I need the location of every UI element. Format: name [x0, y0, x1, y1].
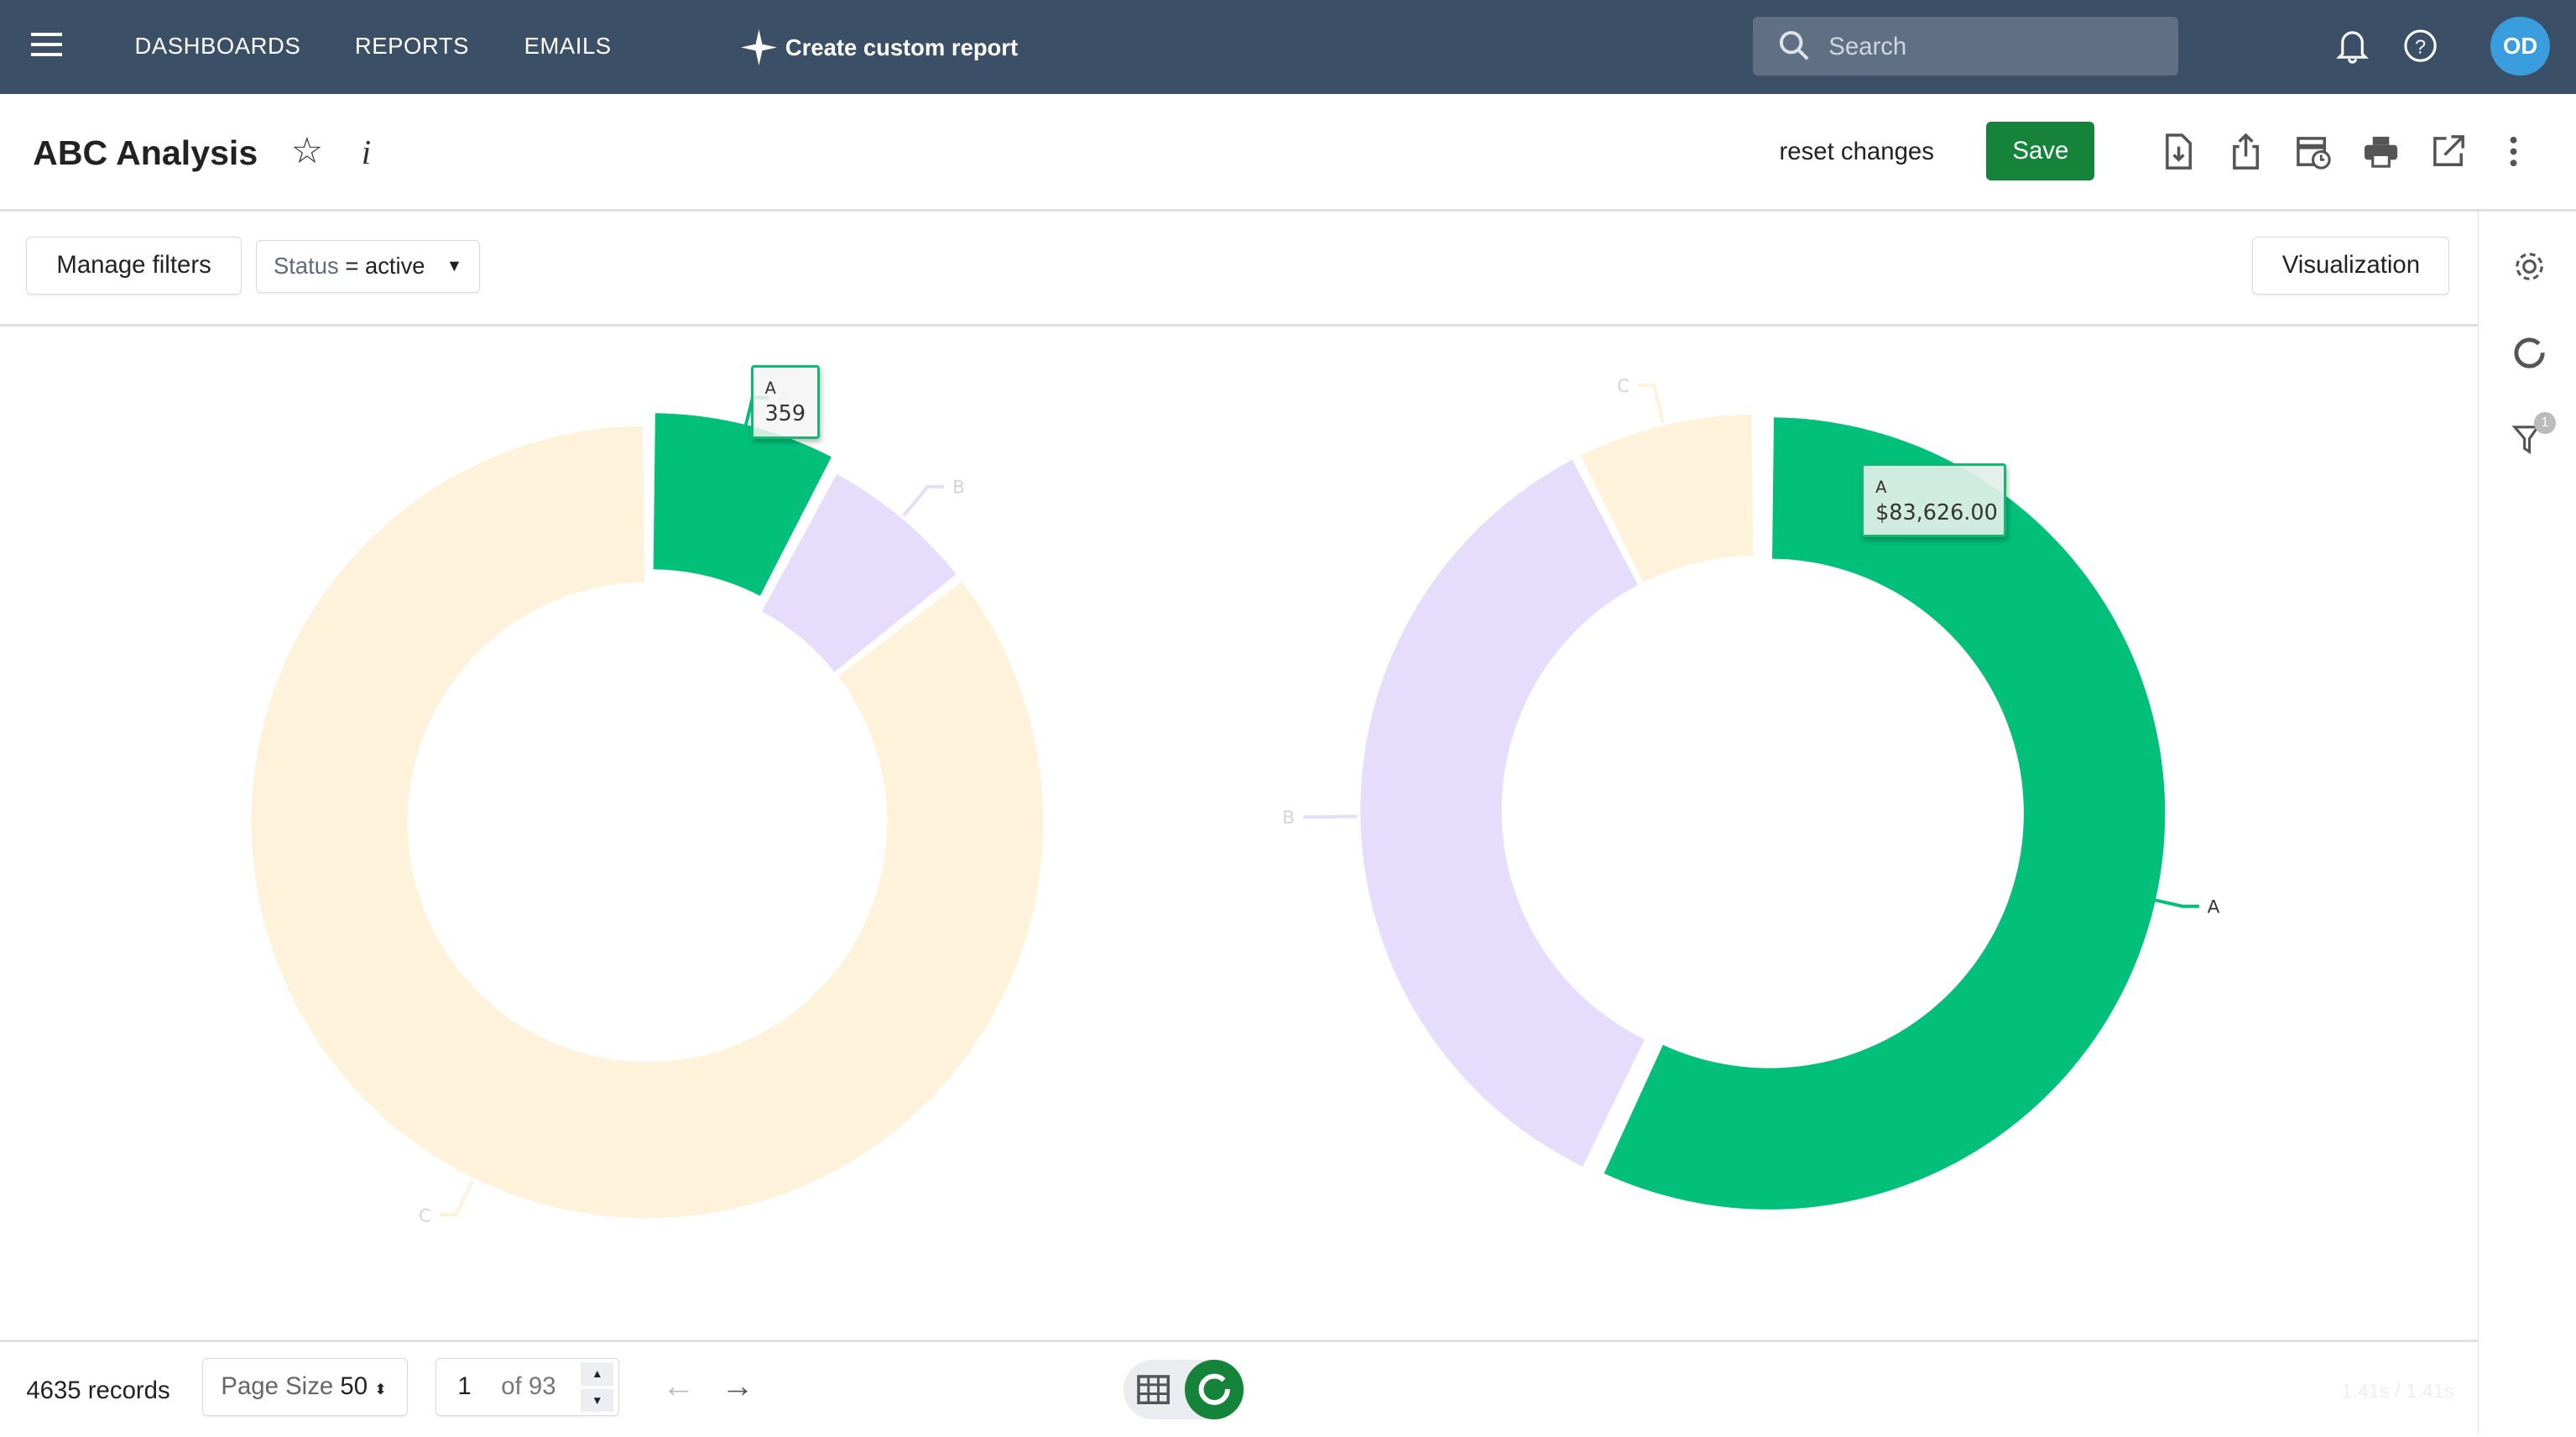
- nav-dashboards[interactable]: DASHBOARDS: [135, 33, 301, 60]
- donut-slice-B[interactable]: [1360, 459, 1645, 1167]
- right-sidebar: 1: [2477, 208, 2576, 1435]
- more-options-icon[interactable]: [2495, 133, 2532, 170]
- svg-text:?: ?: [2415, 36, 2426, 58]
- slice-label-C: C: [419, 1205, 431, 1226]
- reset-changes-link[interactable]: reset changes: [1780, 138, 1934, 166]
- query-timing: 1.41s / 1.41s: [2341, 1379, 2454, 1402]
- download-file-icon[interactable]: [2161, 133, 2197, 170]
- leader-line-B: [1302, 814, 1358, 818]
- footer-pagination: 4635 records Page Size 50 ⬍ 1 of 93 ▲ ▼ …: [0, 1339, 2478, 1437]
- tooltip-label: A: [764, 379, 776, 399]
- user-avatar[interactable]: OD: [2490, 16, 2550, 76]
- page-size-value: 50: [340, 1372, 368, 1401]
- star-icon[interactable]: ☆: [291, 130, 324, 172]
- slice-label-B: B: [952, 477, 965, 498]
- leader-line-C: [439, 1179, 474, 1217]
- sparkle-icon: [741, 29, 778, 66]
- caret-down-icon: ▼: [446, 256, 463, 275]
- chart-area: A B C A B C A 359 A $83,626.00: [0, 326, 2478, 1340]
- leader-line-C: [1637, 383, 1665, 423]
- schedule-icon[interactable]: [2295, 133, 2331, 170]
- record-count: 4635 records: [26, 1376, 170, 1404]
- donut-chart-icon: [1198, 1373, 1230, 1406]
- filter-bar: Manage filters Status = active ▼ Visuali…: [0, 212, 2478, 327]
- tooltip-value: 359: [764, 401, 806, 427]
- settings-gear-icon[interactable]: [2511, 248, 2547, 285]
- page-number-input[interactable]: 1 of 93 ▲ ▼: [435, 1358, 620, 1416]
- page-title: ABC Analysis: [33, 133, 258, 172]
- slice-label-C: C: [1617, 376, 1630, 397]
- menu-icon[interactable]: [31, 33, 63, 56]
- info-icon[interactable]: i: [362, 132, 371, 172]
- next-page-arrow-icon[interactable]: →: [722, 1368, 754, 1405]
- help-icon[interactable]: ?: [2402, 28, 2438, 64]
- slice-label-A: A: [2208, 896, 2220, 917]
- bell-icon[interactable]: [2334, 28, 2370, 64]
- previous-page-arrow-icon[interactable]: ←: [662, 1368, 695, 1405]
- slice-label-B: B: [1282, 807, 1295, 828]
- page-number: 1: [457, 1372, 472, 1401]
- donut-chart-icon[interactable]: [2511, 335, 2547, 371]
- chart-view-button[interactable]: [1184, 1360, 1244, 1419]
- visualization-button[interactable]: Visualization: [2252, 236, 2450, 295]
- tooltip-label: A: [1875, 477, 1887, 497]
- top-navigation-bar: DASHBOARDS REPORTS EMAILS Create custom …: [0, 0, 2576, 94]
- search-placeholder: Search: [1828, 33, 1907, 61]
- sort-updown-icon: ⬍: [374, 1381, 387, 1398]
- page-total: of 93: [501, 1372, 556, 1401]
- tooltip-left: A 359: [750, 364, 821, 439]
- filter-field: Status: [274, 252, 339, 279]
- donut-charts: A B C A B C: [251, 376, 2220, 1226]
- stepper-down-button[interactable]: ▼: [581, 1388, 614, 1412]
- table-view-icon[interactable]: [1137, 1375, 1170, 1404]
- tooltip-right: A $83,626.00: [1861, 463, 2006, 538]
- create-custom-report-label: Create custom report: [785, 34, 1019, 61]
- page-size-label: Page Size: [221, 1372, 334, 1401]
- stepper-up-button[interactable]: ▲: [581, 1362, 614, 1386]
- view-toggle: [1124, 1360, 1246, 1419]
- nav-emails[interactable]: EMAILS: [524, 33, 612, 60]
- save-button[interactable]: Save: [1986, 121, 2095, 181]
- report-header: ABC Analysis ☆ i reset changes Save: [0, 94, 2576, 212]
- status-filter-chip[interactable]: Status = active ▼: [256, 239, 480, 293]
- filter-value: = active: [338, 252, 425, 279]
- manage-filters-button[interactable]: Manage filters: [26, 236, 242, 295]
- tooltip-value: $83,626.00: [1875, 499, 1998, 525]
- nav-reports[interactable]: REPORTS: [355, 33, 469, 60]
- leader-line-B: [902, 484, 945, 517]
- filter-count-badge: 1: [2534, 412, 2556, 434]
- search-icon: [1779, 31, 1809, 60]
- print-icon[interactable]: [2363, 133, 2399, 170]
- share-icon[interactable]: [2228, 133, 2264, 170]
- open-external-icon[interactable]: [2430, 133, 2466, 170]
- page-size-select[interactable]: Page Size 50 ⬍: [201, 1358, 408, 1416]
- search-input[interactable]: Search: [1753, 16, 2179, 76]
